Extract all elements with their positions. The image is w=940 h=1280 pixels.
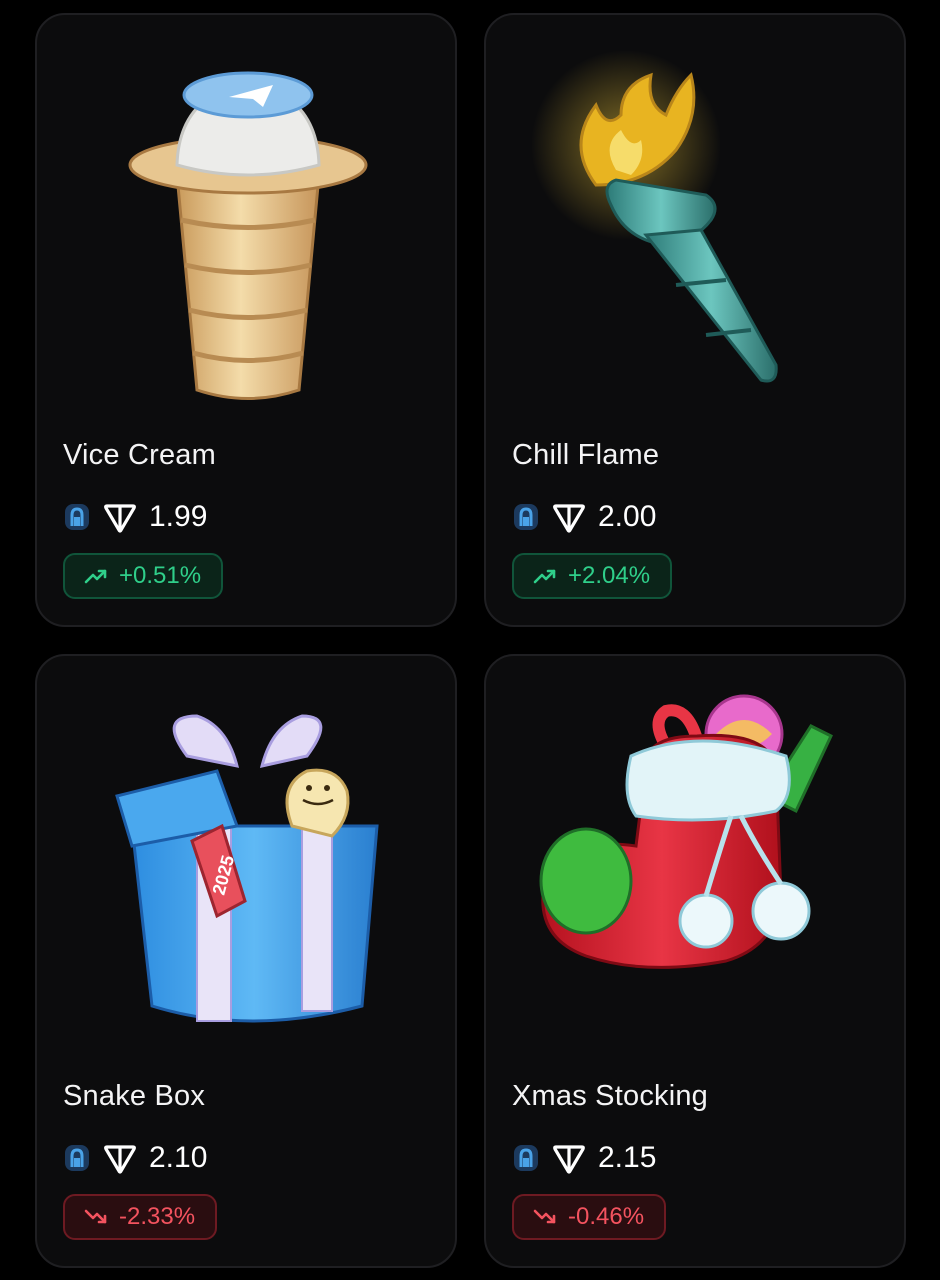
price-change-value: -2.33% bbox=[119, 1203, 196, 1230]
price-row: 1.99 bbox=[63, 499, 207, 535]
gift-price: 2.15 bbox=[598, 1141, 657, 1174]
price-change-value: -0.46% bbox=[568, 1203, 645, 1230]
price-change-badge: -2.33% bbox=[63, 1194, 218, 1240]
lock-icon bbox=[65, 504, 89, 530]
gift-price: 2.10 bbox=[149, 1141, 208, 1174]
gift-price: 2.00 bbox=[598, 500, 657, 533]
trending-up-icon bbox=[84, 569, 107, 584]
gift-card-chill-flame[interactable]: Chill Flame 2.00 +2.04% bbox=[484, 13, 906, 627]
gift-box-snake-image: 2025 bbox=[77, 676, 419, 1056]
gift-name: Xmas Stocking bbox=[512, 1080, 709, 1112]
price-change-badge: -0.46% bbox=[512, 1194, 667, 1240]
trending-down-icon bbox=[84, 1209, 107, 1224]
price-change-value: +0.51% bbox=[119, 562, 202, 589]
lock-icon bbox=[65, 1145, 89, 1171]
gift-card-xmas-stocking[interactable]: Xmas Stocking 2.15 -0.46% bbox=[484, 654, 906, 1268]
gift-price: 1.99 bbox=[149, 500, 208, 533]
torch-image bbox=[526, 35, 868, 415]
gift-card-snake-box[interactable]: 2025 Snake Box 2.10 -2.33% bbox=[35, 654, 457, 1268]
trending-down-icon bbox=[533, 1209, 556, 1224]
gift-name: Chill Flame bbox=[512, 439, 660, 471]
price-change-badge: +2.04% bbox=[512, 553, 673, 599]
ton-icon bbox=[553, 1145, 585, 1174]
trending-up-icon bbox=[533, 569, 556, 584]
price-change-value: +2.04% bbox=[568, 562, 651, 589]
gift-grid: Vice Cream 1.99 +0.51% Chill Flame 2.00 … bbox=[0, 0, 940, 1280]
price-row: 2.00 bbox=[512, 499, 656, 535]
gift-card-vice-cream[interactable]: Vice Cream 1.99 +0.51% bbox=[35, 13, 457, 627]
ice-cream-cone-image bbox=[77, 35, 419, 415]
ton-icon bbox=[553, 504, 585, 533]
gift-name: Vice Cream bbox=[63, 439, 216, 471]
price-change-badge: +0.51% bbox=[63, 553, 224, 599]
lock-icon bbox=[514, 1145, 538, 1171]
ton-icon bbox=[104, 504, 136, 533]
ton-icon bbox=[104, 1145, 136, 1174]
price-row: 2.10 bbox=[63, 1140, 207, 1176]
gift-name: Snake Box bbox=[63, 1080, 206, 1112]
price-row: 2.15 bbox=[512, 1140, 656, 1176]
lock-icon bbox=[514, 504, 538, 530]
christmas-stocking-image bbox=[526, 676, 868, 1056]
